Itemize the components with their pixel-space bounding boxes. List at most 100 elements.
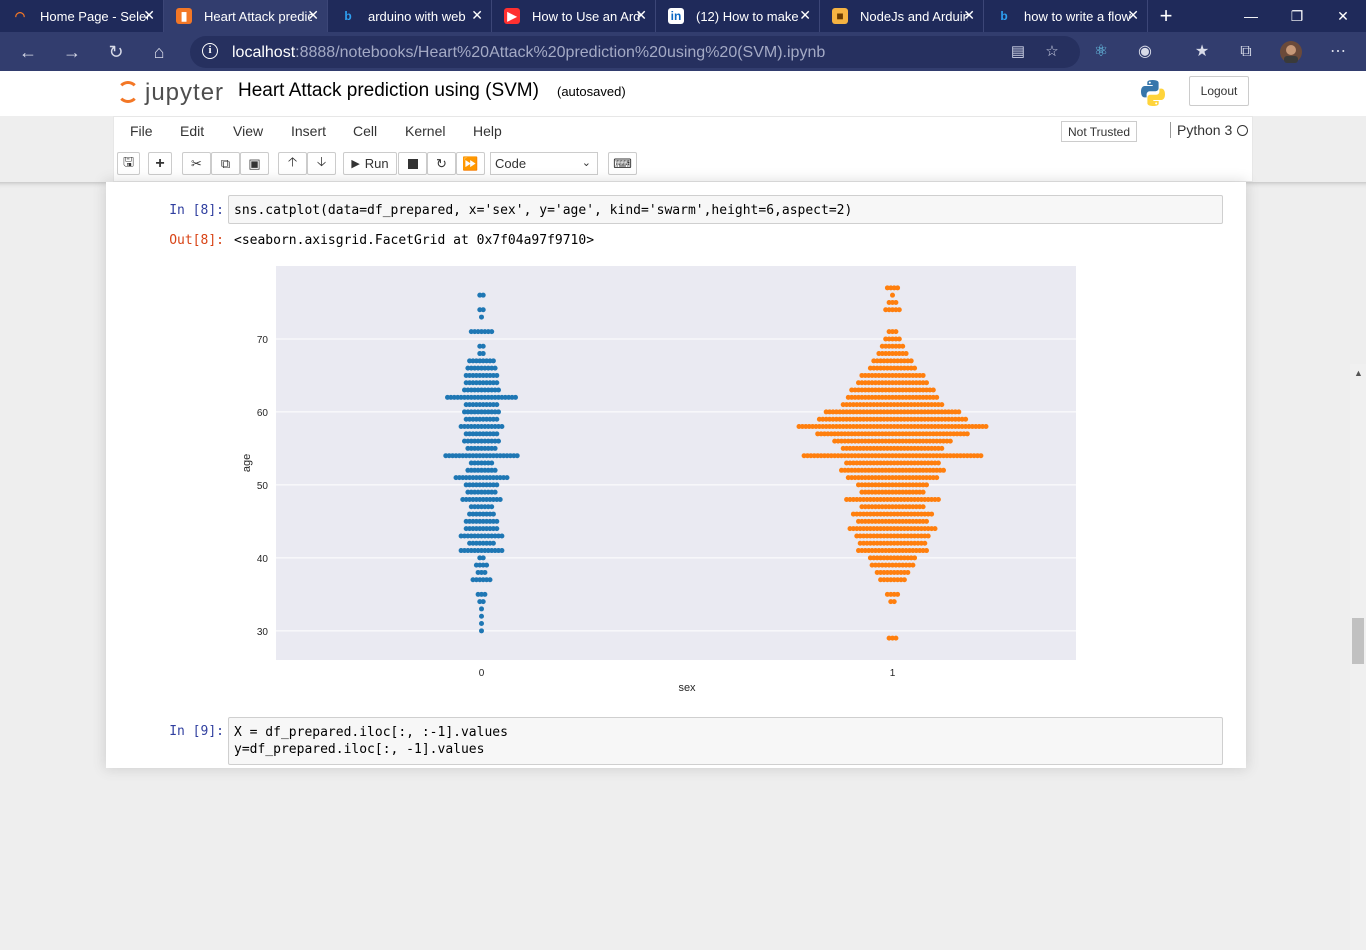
- menu-cell[interactable]: Cell: [353, 123, 377, 139]
- browser-tab[interactable]: ■ NodeJs and Arduino ✕: [820, 0, 984, 32]
- tab-close-icon[interactable]: ✕: [1127, 7, 1139, 24]
- refresh-icon[interactable]: ↻: [100, 36, 132, 68]
- swarm-point-1: [895, 591, 901, 597]
- browser-tab[interactable]: ▮ Heart Attack prediction✕: [164, 0, 328, 32]
- swarm-point-0: [492, 365, 498, 371]
- fast-forward-icon[interactable]: ⏩: [456, 152, 485, 175]
- save-icon[interactable]: 🖫: [117, 152, 140, 175]
- browser-tab[interactable]: ▶ How to Use an Arduino✕: [492, 0, 656, 32]
- browser-tab[interactable]: in (12) How to make ✕: [656, 0, 820, 32]
- notebook-title[interactable]: Heart Attack prediction using (SVM): [238, 80, 539, 102]
- react-devtools-icon[interactable]: ⚛: [1089, 40, 1113, 64]
- notebook-menubar: File Edit View Insert Cell Kernel Help N…: [113, 116, 1253, 145]
- move-down-icon[interactable]: 🡣: [307, 152, 336, 175]
- swarm-point-1: [912, 365, 918, 371]
- browser-tab[interactable]: ◠ Home Page - Select ✕: [0, 0, 164, 32]
- swarm-point-0: [497, 496, 503, 502]
- swarm-point-0: [480, 599, 486, 605]
- cell-8-output-text: <seaborn.axisgrid.FacetGrid at 0x7f04a97…: [234, 233, 595, 248]
- home-icon[interactable]: ⌂: [143, 36, 175, 68]
- new-tab-button[interactable]: +: [1148, 0, 1184, 32]
- interrupt-icon[interactable]: [398, 152, 427, 175]
- favorites-icon[interactable]: ★: [1190, 40, 1214, 64]
- y-axis-label: age: [241, 454, 253, 472]
- run-button[interactable]: ▶ Run: [343, 152, 397, 175]
- menu-help[interactable]: Help: [473, 123, 502, 139]
- cell-8-input-prompt: In [8]:: [169, 203, 224, 218]
- browser-tab[interactable]: b arduino with web ✕: [328, 0, 492, 32]
- restart-icon[interactable]: ↻: [427, 152, 456, 175]
- swarm-point-1: [924, 380, 929, 386]
- swarm-point-1: [947, 438, 953, 444]
- y-tick-label: 70: [257, 335, 269, 346]
- swarm-point-0: [494, 431, 500, 437]
- site-info-icon[interactable]: i: [202, 43, 218, 59]
- swarm-point-0: [513, 394, 518, 400]
- swarm-point-1: [939, 445, 945, 451]
- more-menu-icon[interactable]: ⋯: [1326, 40, 1350, 64]
- cut-icon[interactable]: ✂: [182, 152, 211, 175]
- move-up-icon[interactable]: 🡡: [278, 152, 307, 175]
- paste-icon[interactable]: ▣: [240, 152, 269, 175]
- cell-8-code-input[interactable]: sns.catplot(data=df_prepared, x='sex', y…: [228, 195, 1223, 224]
- swarm-point-1: [895, 285, 901, 291]
- swarm-point-1: [896, 307, 902, 313]
- cell-type-select[interactable]: Code ⌄: [490, 152, 598, 175]
- browser-tab-bar: ◠ Home Page - Select ✕ ▮ Heart Attack predic…: [0, 0, 1366, 32]
- menu-view[interactable]: View: [233, 123, 263, 139]
- swarm-point-0: [482, 591, 488, 597]
- tab-close-icon[interactable]: ✕: [143, 7, 155, 24]
- swarm-point-1: [920, 372, 926, 378]
- swarm-point-1: [941, 467, 946, 473]
- x-axis-label: sex: [678, 682, 696, 694]
- swarm-point-1: [964, 431, 970, 437]
- swarm-point-1: [963, 416, 969, 422]
- extension-icon[interactable]: ◉: [1133, 40, 1157, 64]
- y-tick-label: 30: [257, 627, 269, 638]
- jupyter-logo[interactable]: jupyter: [117, 77, 227, 107]
- minimize-button[interactable]: —: [1228, 0, 1274, 32]
- swarm-point-0: [487, 577, 493, 583]
- tab-close-icon[interactable]: ✕: [635, 7, 647, 24]
- restore-button[interactable]: ❐: [1274, 0, 1320, 32]
- cell-9-code-input[interactable]: X = df_prepared.iloc[:, :-1].values y=df…: [228, 717, 1223, 765]
- reader-view-icon[interactable]: ▤: [1008, 42, 1028, 62]
- swarm-point-1: [956, 409, 962, 415]
- youtube-icon: ▶: [504, 8, 520, 24]
- tab-close-icon[interactable]: ✕: [799, 7, 811, 24]
- swarm-point-1: [934, 475, 940, 481]
- tab-close-icon[interactable]: ✕: [963, 7, 975, 24]
- bing-icon: b: [1000, 9, 1008, 23]
- swarm-point-1: [896, 336, 902, 342]
- menu-kernel[interactable]: Kernel: [405, 123, 445, 139]
- command-palette-icon[interactable]: ⌨: [608, 152, 637, 175]
- swarm-point-1: [908, 358, 914, 364]
- back-arrow-icon[interactable]: ←: [12, 36, 44, 68]
- scroll-up-icon[interactable]: ▲: [1354, 368, 1363, 378]
- autosave-status: (autosaved): [557, 84, 626, 99]
- swarm-point-0: [496, 387, 501, 393]
- page-scrollbar[interactable]: ▲: [1350, 364, 1366, 950]
- tab-close-icon[interactable]: ✕: [307, 7, 319, 24]
- add-favorite-icon[interactable]: ☆: [1042, 42, 1062, 62]
- scrollbar-thumb[interactable]: [1352, 618, 1364, 664]
- tab-close-icon[interactable]: ✕: [471, 7, 483, 24]
- forward-arrow-icon[interactable]: →: [56, 36, 88, 68]
- swarm-point-0: [480, 292, 486, 298]
- menu-file[interactable]: File: [130, 123, 153, 139]
- address-bar[interactable]: i localhost:8888/notebooks/Heart%20Attac…: [190, 36, 1080, 68]
- swarm-point-0: [482, 569, 488, 575]
- collections-icon[interactable]: ⧉: [1234, 40, 1258, 64]
- logout-button[interactable]: Logout: [1189, 76, 1249, 106]
- swarm-point-0: [479, 613, 484, 619]
- trust-status-button[interactable]: Not Trusted: [1061, 121, 1138, 142]
- menu-edit[interactable]: Edit: [180, 123, 204, 139]
- menu-insert[interactable]: Insert: [291, 123, 326, 139]
- window-close-button[interactable]: ✕: [1320, 0, 1366, 32]
- insert-cell-icon[interactable]: +: [148, 152, 172, 175]
- copy-icon[interactable]: ⧉: [211, 152, 240, 175]
- profile-avatar[interactable]: [1279, 40, 1303, 64]
- browser-tab[interactable]: b how to write a flow ✕: [984, 0, 1148, 32]
- kernel-name: Python 3: [1170, 122, 1232, 138]
- url-text[interactable]: localhost:8888/notebooks/Heart%20Attack%…: [232, 44, 825, 62]
